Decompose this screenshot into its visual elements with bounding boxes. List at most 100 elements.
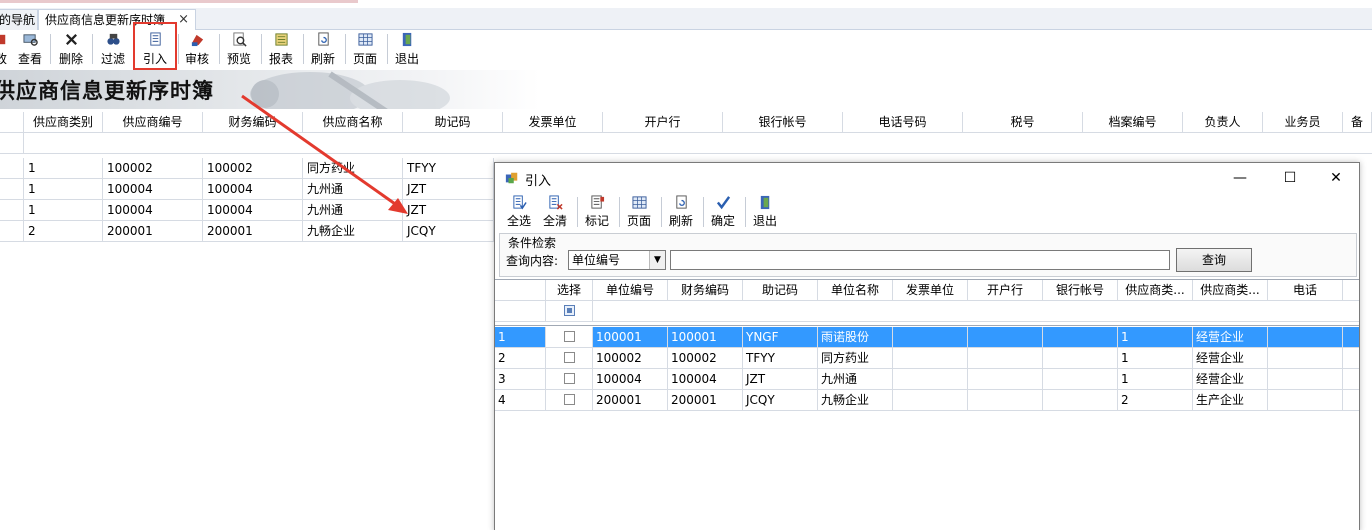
table-cell — [1268, 369, 1343, 390]
column-header[interactable]: 发票单位 — [503, 112, 603, 133]
row-header-corner — [0, 112, 24, 133]
checkbox-icon[interactable] — [563, 331, 575, 342]
column-header[interactable]: 税号 — [963, 112, 1083, 133]
table-cell: 生产企业 — [1193, 390, 1268, 411]
table-row[interactable]: 4 200001 200001 JCQY 九畅企业 2 生产企业 — [495, 390, 1359, 411]
column-header[interactable]: 银行帐号 — [1043, 280, 1118, 301]
mark-button[interactable]: 标记 — [581, 194, 613, 232]
exit-button[interactable]: 退出 — [391, 31, 423, 69]
checkbox-icon[interactable] — [563, 352, 575, 363]
column-header[interactable]: 电话号码 — [843, 112, 963, 133]
filter-cell — [0, 133, 24, 154]
row-checkbox[interactable] — [546, 327, 593, 348]
page-button[interactable]: 页面 — [349, 31, 381, 69]
column-header[interactable]: 备 — [1343, 112, 1372, 133]
column-header[interactable]: 助记码 — [403, 112, 503, 133]
close-button[interactable]: ✕ — [1323, 167, 1349, 189]
column-header[interactable]: 负责人 — [1183, 112, 1263, 133]
refresh-button[interactable]: 刷新 — [307, 31, 339, 69]
main-grid-filter-row[interactable] — [0, 133, 1372, 154]
view-button[interactable]: 查看 — [14, 31, 46, 69]
minimize-button[interactable]: — — [1227, 167, 1253, 189]
audit-button[interactable]: 审核 — [181, 31, 213, 69]
column-header[interactable]: 单位编号 — [593, 280, 668, 301]
column-header[interactable]: 银行帐号 — [723, 112, 843, 133]
column-header[interactable]: 开户行 — [603, 112, 723, 133]
delete-icon — [65, 34, 77, 45]
row-header[interactable] — [0, 158, 24, 179]
row-checkbox[interactable] — [546, 348, 593, 369]
column-header[interactable]: 助记码 — [743, 280, 818, 301]
checkbox-icon[interactable] — [563, 305, 575, 316]
column-header[interactable]: 供应商编号 — [103, 112, 203, 133]
toolbar-separator — [261, 34, 262, 64]
table-row[interactable]: 1 100001 100001 YNGF 雨诺股份 1 经营企业 — [495, 327, 1359, 348]
condition-legend: 条件检索 — [506, 234, 559, 251]
select-all-checkbox[interactable] — [546, 301, 593, 322]
row-number[interactable]: 1 — [495, 327, 546, 348]
column-header[interactable]: 业务员 — [1263, 112, 1343, 133]
column-header[interactable]: 供应商类别 — [24, 112, 103, 133]
column-header[interactable]: 供应商类... — [1118, 280, 1193, 301]
select-all-button[interactable]: 全选 — [503, 194, 535, 232]
toolbar-label: 报表 — [268, 52, 293, 66]
table-cell: 2 — [24, 221, 103, 242]
tab-close-icon[interactable]: × — [178, 10, 189, 30]
banner-decoration — [250, 71, 450, 109]
delete-button[interactable]: 删除 — [55, 31, 87, 69]
filter-button[interactable]: 过滤 — [97, 31, 129, 69]
row-number[interactable]: 4 — [495, 390, 546, 411]
row-number[interactable]: 3 — [495, 369, 546, 390]
checkbox-icon[interactable] — [563, 394, 575, 405]
preview-button[interactable]: 预览 — [223, 31, 255, 69]
column-header[interactable]: 选择 — [546, 280, 593, 301]
page-button[interactable]: 页面 — [623, 194, 655, 232]
column-header[interactable]: 电话 — [1268, 280, 1343, 301]
column-header[interactable]: 发票单位 — [893, 280, 968, 301]
page-icon — [357, 33, 373, 46]
toolbar-label: 确定 — [710, 214, 735, 228]
confirm-button[interactable]: 确定 — [707, 194, 739, 232]
top-strip — [0, 0, 1372, 8]
row-header[interactable] — [0, 200, 24, 221]
column-header[interactable]: 单位名称 — [818, 280, 893, 301]
row-header[interactable] — [0, 221, 24, 242]
query-input[interactable] — [670, 250, 1170, 270]
column-header[interactable]: 供应商名称 — [303, 112, 403, 133]
toolbar-separator — [303, 34, 304, 64]
import-grid-filter-row[interactable] — [495, 301, 1359, 322]
tab-navigation[interactable]: 的导航 — [0, 9, 38, 30]
edit-button[interactable]: 改 — [0, 31, 8, 69]
filter-cell[interactable] — [24, 133, 1372, 154]
filter-cell[interactable] — [593, 301, 1359, 322]
row-checkbox[interactable] — [546, 369, 593, 390]
table-row[interactable]: 2 100002 100002 TFYY 同方药业 1 经营企业 — [495, 348, 1359, 369]
select-all-icon — [512, 195, 527, 210]
query-button[interactable]: 查询 — [1176, 248, 1252, 272]
column-header[interactable]: 供应商类... — [1193, 280, 1268, 301]
clear-all-button[interactable]: 全清 — [539, 194, 571, 232]
row-checkbox[interactable] — [546, 390, 593, 411]
toolbar-label: 退出 — [752, 214, 777, 228]
column-header[interactable]: 开户行 — [968, 280, 1043, 301]
field-select[interactable]: 单位编号 ▼ — [568, 250, 666, 270]
column-header[interactable]: 财务编码 — [203, 112, 303, 133]
column-header[interactable]: 财务编码 — [668, 280, 743, 301]
dialog-titlebar[interactable]: 引入 — ☐ ✕ — [495, 163, 1359, 193]
edit-icon — [0, 34, 6, 45]
table-cell: 100004 — [203, 179, 303, 200]
chevron-down-icon[interactable]: ▼ — [649, 251, 665, 269]
maximize-button[interactable]: ☐ — [1277, 167, 1303, 189]
top-accent — [0, 0, 358, 3]
exit-button[interactable]: 退出 — [749, 194, 781, 232]
table-cell: 雨诺股份 — [818, 327, 893, 348]
refresh-button[interactable]: 刷新 — [665, 194, 697, 232]
column-header[interactable]: 档案编号 — [1083, 112, 1183, 133]
checkbox-icon[interactable] — [563, 373, 575, 384]
row-header[interactable] — [0, 179, 24, 200]
report-button[interactable]: 报表 — [265, 31, 297, 69]
exit-icon — [760, 195, 769, 210]
table-row[interactable]: 3 100004 100004 JZT 九州通 1 经营企业 — [495, 369, 1359, 390]
table-cell: 1 — [1118, 327, 1193, 348]
row-number[interactable]: 2 — [495, 348, 546, 369]
